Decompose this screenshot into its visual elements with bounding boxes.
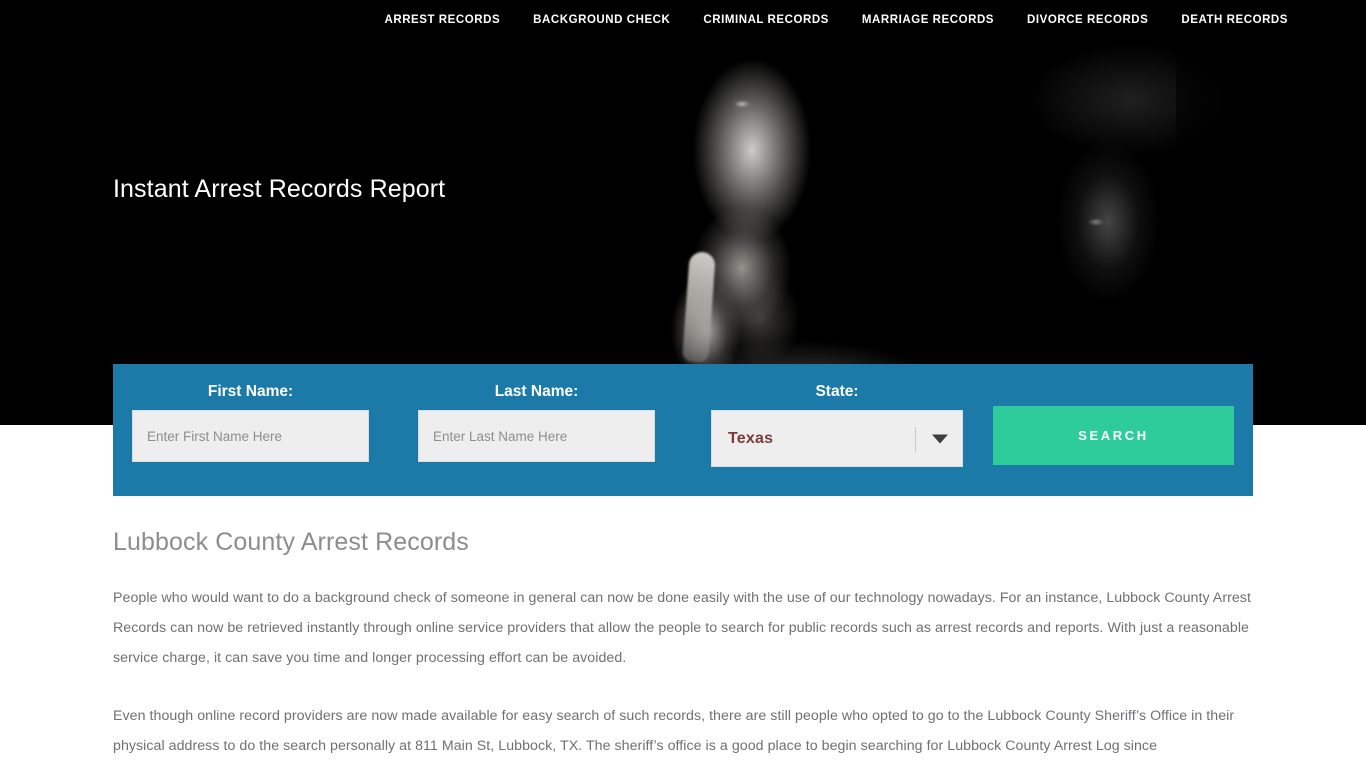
- hero-right-gradient: [1176, 0, 1366, 425]
- nav-background-check[interactable]: BACKGROUND CHECK: [533, 14, 670, 26]
- record-search-form: First Name: Last Name: State: Texas Sear…: [113, 364, 1253, 496]
- content-paragraph-2: Even though online record providers are …: [113, 708, 1235, 754]
- last-name-label: Last Name:: [494, 383, 579, 400]
- chevron-down-icon: [932, 434, 948, 443]
- search-button[interactable]: Search: [993, 406, 1234, 465]
- hero-section: [0, 0, 1366, 425]
- nav-divorce-records[interactable]: DIVORCE RECORDS: [1027, 14, 1148, 26]
- page-root: ARREST RECORDS BACKGROUND CHECK CRIMINAL…: [0, 0, 1366, 768]
- state-field-group: State: Texas: [711, 383, 963, 467]
- state-selected-value: Texas: [728, 429, 774, 447]
- page-title: Instant Arrest Records Report: [113, 175, 446, 203]
- first-name-input[interactable]: [132, 410, 369, 462]
- content-heading: Lubbock County Arrest Records: [113, 528, 469, 556]
- content-paragraph-1: People who would want to do a background…: [113, 590, 1251, 666]
- article-content: Lubbock County Arrest Records People who…: [113, 528, 1255, 768]
- state-select[interactable]: Texas: [711, 410, 963, 467]
- nav-marriage-records[interactable]: MARRIAGE RECORDS: [862, 14, 994, 26]
- hero-left-gradient: [0, 0, 470, 425]
- select-divider: [915, 427, 916, 452]
- nav-criminal-records[interactable]: CRIMINAL RECORDS: [703, 14, 829, 26]
- last-name-input[interactable]: [418, 410, 655, 462]
- first-name-field-group: First Name:: [132, 383, 369, 462]
- state-label: State:: [815, 383, 859, 400]
- nav-death-records[interactable]: DEATH RECORDS: [1181, 14, 1288, 26]
- top-navigation: ARREST RECORDS BACKGROUND CHECK CRIMINAL…: [0, 0, 1366, 40]
- first-name-label: First Name:: [207, 383, 294, 400]
- nav-arrest-records[interactable]: ARREST RECORDS: [384, 14, 500, 26]
- last-name-field-group: Last Name:: [418, 383, 655, 462]
